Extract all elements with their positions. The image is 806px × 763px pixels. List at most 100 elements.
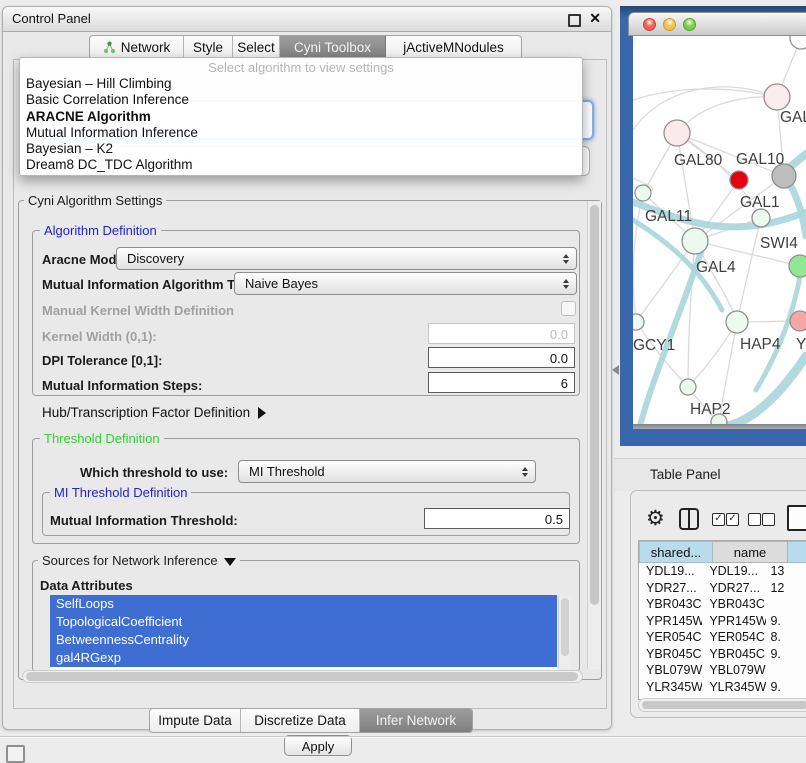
algorithm-popup-item[interactable]: Bayesian – K2 [20, 141, 582, 157]
mi-type-combo[interactable]: Naive Bayes [234, 272, 577, 295]
table-cell: YBR043C [702, 596, 766, 613]
attribute-list-item-selected[interactable]: gal4RGexp [50, 649, 557, 667]
deselect-checkbox-icon[interactable] [748, 513, 761, 526]
tab-select[interactable]: Select [233, 36, 280, 59]
apply-button[interactable]: Apply [284, 735, 352, 756]
attribute-list-item-selected[interactable]: BetweennessCentrality [50, 631, 557, 649]
network-node-label: GCY1 [633, 337, 675, 354]
cyni-bottom-tabs: Impute Data Discretize DataInfer Network [149, 708, 473, 733]
algorithm-popup-item[interactable]: Basic Correlation Inference [20, 92, 582, 108]
network-node-swi4[interactable] [789, 255, 806, 277]
network-node-gal80[interactable] [664, 120, 690, 146]
network-node[interactable] [790, 36, 806, 49]
settings-horizontal-scrollbar[interactable] [22, 670, 583, 683]
table-row[interactable]: YDR27...YDR27...12 [639, 580, 806, 597]
network-node-gal11[interactable] [635, 185, 651, 201]
network-node-gal4[interactable] [682, 228, 708, 254]
column-header-name[interactable]: name [713, 541, 788, 563]
table-row[interactable]: YER054CYER054C8. [639, 629, 806, 646]
settings-vertical-scrollbar[interactable] [587, 201, 601, 669]
new-table-icon[interactable] [787, 505, 806, 531]
which-threshold-combo[interactable]: MI Threshold [238, 460, 536, 483]
screen: { "control_panel": { "title": "Control P… [0, 0, 806, 762]
table-horizontal-scrollbar[interactable] [638, 698, 806, 712]
network-node-hap4[interactable] [726, 311, 748, 333]
network-node-gal[interactable] [764, 84, 790, 110]
bottom-tab-impute-data[interactable]: Impute Data [150, 709, 241, 732]
manual-kernel-checkbox[interactable] [561, 301, 576, 316]
mi-type-label: Mutual Information Algorithm Type: [42, 277, 261, 292]
data-attributes-list[interactable]: SelfLoopsTopologicalCoefficientBetweenne… [50, 595, 557, 670]
tab-network[interactable]: Network [90, 36, 184, 59]
minimized-panel-icon[interactable] [6, 745, 25, 763]
attribute-list-item-selected[interactable]: TopologicalCoefficient [50, 613, 557, 631]
tab-cyni-toolbox[interactable]: Cyni Toolbox [280, 36, 386, 59]
network-node[interactable] [730, 171, 748, 189]
control-panel-titlebar[interactable]: Control Panel ✕ [3, 7, 611, 32]
table-cell: YER054C [702, 629, 766, 646]
algorithm-popup-item[interactable]: ARACNE Algorithm [20, 109, 582, 125]
attribute-list-scrollbar[interactable] [558, 596, 571, 668]
network-window-titlebar[interactable] [628, 12, 806, 36]
bottom-tab-infer-network[interactable]: Infer Network [360, 709, 472, 732]
bottom-tab-discretize-data[interactable]: Discretize Data [241, 709, 360, 732]
table-cell: 8. [766, 629, 806, 646]
column-header-a[interactable]: A [788, 541, 806, 563]
table-row[interactable]: YPR145WYPR145W9. [639, 613, 806, 630]
close-light[interactable] [643, 18, 656, 31]
table-row[interactable]: YBL079WYBL079W [639, 662, 806, 679]
network-edge[interactable] [633, 193, 643, 322]
float-window-icon[interactable] [568, 14, 581, 27]
algorithm-popup-item[interactable]: Bayesian – Hill Climbing [20, 76, 582, 92]
network-edge[interactable] [636, 241, 695, 322]
tab-jactivemnodules[interactable]: jActiveMNodules [386, 36, 521, 59]
table-cell [766, 596, 806, 613]
network-edge[interactable] [748, 321, 790, 322]
kernel-width-field[interactable]: 0.0 [428, 323, 575, 344]
table-cell: YLR345W [702, 679, 766, 696]
network-edge[interactable] [737, 218, 761, 322]
network-node-hap2[interactable] [680, 379, 696, 395]
network-canvas[interactable]: GALGAL80GAL10GAL11GAL1GAL4SWI4GCY1HAP4YH… [633, 36, 806, 424]
column-header-shared[interactable]: shared... [639, 541, 713, 563]
expand-right-icon [258, 407, 266, 419]
table-row[interactable]: YBR045CYBR045C9. [639, 646, 806, 663]
mi-steps-field[interactable]: 6 [428, 372, 575, 393]
collapse-down-icon [224, 558, 236, 566]
network-node-label: GAL [780, 109, 806, 126]
network-node-gal1[interactable] [752, 209, 770, 227]
table-cell: YBL079W [702, 662, 766, 679]
aracne-mode-combo[interactable]: Discovery [116, 247, 577, 270]
column-layout-icon[interactable] [679, 508, 699, 530]
table-row[interactable]: YBR043CYBR043C [639, 596, 806, 613]
select-all-checkbox-icon[interactable]: ✓ [712, 513, 725, 526]
deselect-checkbox-icon2[interactable] [762, 513, 775, 526]
mi-threshold-field[interactable]: 0.5 [424, 508, 570, 529]
network-edge[interactable] [688, 322, 737, 387]
table-panel-title: Table Panel [650, 467, 721, 482]
attribute-list-item-selected[interactable]: SelfLoops [50, 595, 557, 613]
algorithm-popup-item[interactable]: Mutual Information Inference [20, 125, 582, 141]
table-row[interactable]: YDL19...YDL19...13 [639, 563, 806, 580]
network-node-label: GAL11 [645, 208, 692, 225]
dpi-tolerance-field[interactable]: 0.0 [428, 347, 575, 368]
network-node-gcy1[interactable] [633, 314, 644, 330]
select-all-checkbox-icon2[interactable]: ✓ [726, 513, 739, 526]
algorithm-popup-item[interactable]: Dream8 DC_TDC Algorithm [20, 157, 582, 173]
sources-group-title[interactable]: Sources for Network Inference [38, 553, 240, 568]
settings-gear-icon[interactable]: ⚙ [646, 508, 665, 529]
hub-transcription-section[interactable]: Hub/Transcription Factor Definition [42, 405, 266, 420]
manual-kernel-label: Manual Kernel Width Definition [42, 303, 234, 318]
minimize-light[interactable] [663, 18, 676, 31]
tab-style[interactable]: Style [184, 36, 233, 59]
network-graph: GALGAL80GAL10GAL11GAL1GAL4SWI4GCY1HAP4YH… [633, 36, 806, 424]
network-node-y[interactable] [790, 311, 806, 331]
network-edge[interactable] [677, 97, 777, 133]
close-icon[interactable]: ✕ [589, 10, 601, 27]
table-rows[interactable]: YDL19...YDL19...13YDR27...YDR27...12YBR0… [639, 563, 806, 698]
tab-label: Impute Data [158, 713, 232, 728]
panel-divider-arrow-icon[interactable] [612, 365, 619, 375]
zoom-light[interactable] [683, 18, 696, 31]
table-row[interactable]: YLR345WYLR345W9. [639, 679, 806, 696]
table-cell: YBR045C [702, 646, 766, 663]
